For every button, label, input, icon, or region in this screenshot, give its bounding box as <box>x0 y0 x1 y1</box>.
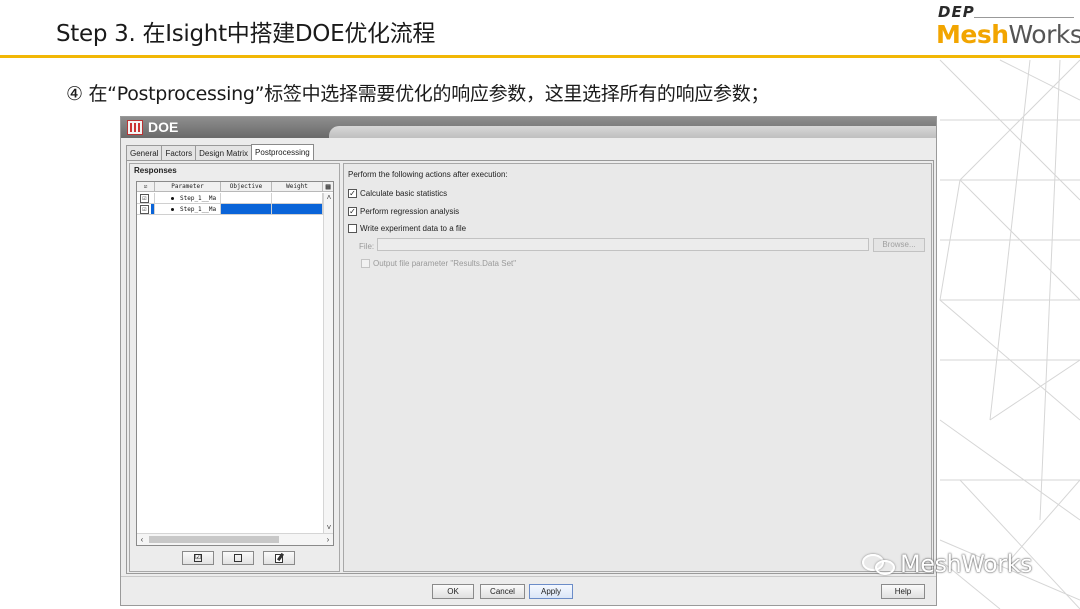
calculate-statistics-option[interactable]: ✓ Calculate basic statistics <box>348 188 447 199</box>
tab-factors[interactable]: Factors <box>161 145 196 161</box>
scroll-left-icon[interactable]: ‹ <box>137 534 147 545</box>
responses-label: Responses <box>134 166 177 175</box>
scroll-down-icon[interactable]: ˅ <box>324 523 334 533</box>
uncheck-all-icon <box>234 553 242 562</box>
column-header-select[interactable]: ☑ <box>137 182 155 192</box>
logo-mesh-text: Mesh <box>936 20 1009 49</box>
horizontal-scroll-thumb[interactable] <box>149 536 279 543</box>
check-all-icon: ☑ <box>194 553 202 562</box>
logo-wordmark: MeshWorks <box>936 20 1080 49</box>
calculate-statistics-label: Calculate basic statistics <box>360 189 448 198</box>
doe-window: DOE General Factors Design Matrix Postpr… <box>120 116 937 606</box>
ok-button[interactable]: OK <box>432 584 474 599</box>
apply-button[interactable]: Apply <box>529 584 573 599</box>
logo-works-text: Works <box>1008 20 1080 49</box>
column-header-weight[interactable]: Weight <box>272 182 323 192</box>
help-button[interactable]: Help <box>881 584 925 599</box>
browse-button[interactable]: Browse... <box>873 238 925 252</box>
postprocessing-options: Perform the following actions after exec… <box>343 163 932 572</box>
uncheck-all-button[interactable] <box>222 551 254 565</box>
titlebar-gradient <box>329 126 936 138</box>
weight-cell[interactable] <box>272 204 323 215</box>
postprocessing-panel: Responses ☑ Parameter Objective Weight ▦… <box>126 160 934 574</box>
wechat-bubble-small <box>875 560 895 575</box>
edit-button[interactable] <box>263 551 295 565</box>
scroll-up-icon[interactable]: ˄ <box>324 193 334 203</box>
logo-rule <box>974 17 1074 18</box>
wechat-icon <box>860 551 900 577</box>
row-select-cell[interactable]: ☑ <box>137 193 155 204</box>
slide-title: Step 3. 在Isight中搭建DOE优化流程 <box>56 21 436 47</box>
tab-postprocessing[interactable]: Postprocessing <box>251 144 314 161</box>
meshworks-logo: DEP MeshWorks <box>936 3 1080 51</box>
write-data-label: Write experiment data to a file <box>360 224 467 233</box>
write-data-option[interactable]: Write experiment data to a file <box>348 223 466 234</box>
column-chooser-icon[interactable]: ▦ <box>323 182 333 192</box>
output-parameter-label: Output file parameter "Results.Data Set" <box>373 259 517 268</box>
calculate-statistics-checkbox[interactable]: ✓ <box>348 189 357 198</box>
doe-app-icon <box>127 120 143 135</box>
window-title: DOE <box>148 119 179 135</box>
parameter-bullet-icon <box>171 196 174 200</box>
dialog-button-bar: OK Cancel Apply Help <box>121 576 936 605</box>
parameter-name: Step_1__Ma <box>180 206 217 213</box>
file-path-input[interactable] <box>377 238 869 251</box>
parameter-bullet-icon <box>171 207 174 211</box>
window-titlebar[interactable]: DOE <box>121 117 936 138</box>
parameter-cell: Step_1__Ma <box>155 193 221 204</box>
cancel-button[interactable]: Cancel <box>480 584 525 599</box>
row-selection-marker <box>151 204 154 214</box>
tab-design-matrix[interactable]: Design Matrix <box>195 145 252 161</box>
objective-cell[interactable] <box>221 193 272 204</box>
options-heading: Perform the following actions after exec… <box>348 170 508 179</box>
logo-dep-text: DEP <box>938 3 975 21</box>
write-data-checkbox[interactable] <box>348 224 357 233</box>
parameter-cell: Step_1__Ma <box>155 204 221 215</box>
column-header-parameter[interactable]: Parameter <box>155 182 221 192</box>
objective-cell[interactable] <box>221 204 272 215</box>
row-checkbox[interactable]: ☑ <box>140 194 149 203</box>
regression-analysis-checkbox[interactable]: ✓ <box>348 207 357 216</box>
tab-general[interactable]: General <box>126 145 162 161</box>
column-header-objective[interactable]: Objective <box>221 182 272 192</box>
watermark-text: MeshWorks <box>900 550 1032 578</box>
check-all-button[interactable]: ☑ <box>182 551 214 565</box>
output-parameter-option[interactable]: Output file parameter "Results.Data Set" <box>361 258 516 269</box>
edit-icon <box>274 553 284 564</box>
weight-cell[interactable] <box>272 193 323 204</box>
horizontal-scrollbar[interactable]: ‹ › <box>137 533 333 545</box>
responses-panel: Responses ☑ Parameter Objective Weight ▦… <box>129 163 340 572</box>
responses-table: ☑ Parameter Objective Weight ▦ ☑ Step_1_… <box>136 181 334 546</box>
table-header: ☑ Parameter Objective Weight ▦ <box>137 182 333 192</box>
file-label: File: <box>359 242 375 251</box>
title-underline <box>0 55 1080 58</box>
tab-bar: General Factors Design Matrix Postproces… <box>126 144 314 161</box>
table-row[interactable]: ☑ Step_1__Ma <box>137 204 323 215</box>
parameter-name: Step_1__Ma <box>180 195 217 202</box>
row-select-cell[interactable]: ☑ <box>137 204 155 215</box>
output-parameter-checkbox[interactable] <box>361 259 370 268</box>
scroll-right-icon[interactable]: › <box>323 534 333 545</box>
regression-analysis-label: Perform regression analysis <box>360 207 460 216</box>
regression-analysis-option[interactable]: ✓ Perform regression analysis <box>348 206 459 217</box>
vertical-scrollbar[interactable]: ˄ ˅ <box>323 193 333 533</box>
instruction-text: ④ 在“Postprocessing”标签中选择需要优化的响应参数，这里选择所有… <box>66 83 770 105</box>
row-checkbox[interactable]: ☑ <box>140 205 149 214</box>
watermark: MeshWorks <box>860 549 1032 579</box>
table-row[interactable]: ☑ Step_1__Ma <box>137 193 323 204</box>
